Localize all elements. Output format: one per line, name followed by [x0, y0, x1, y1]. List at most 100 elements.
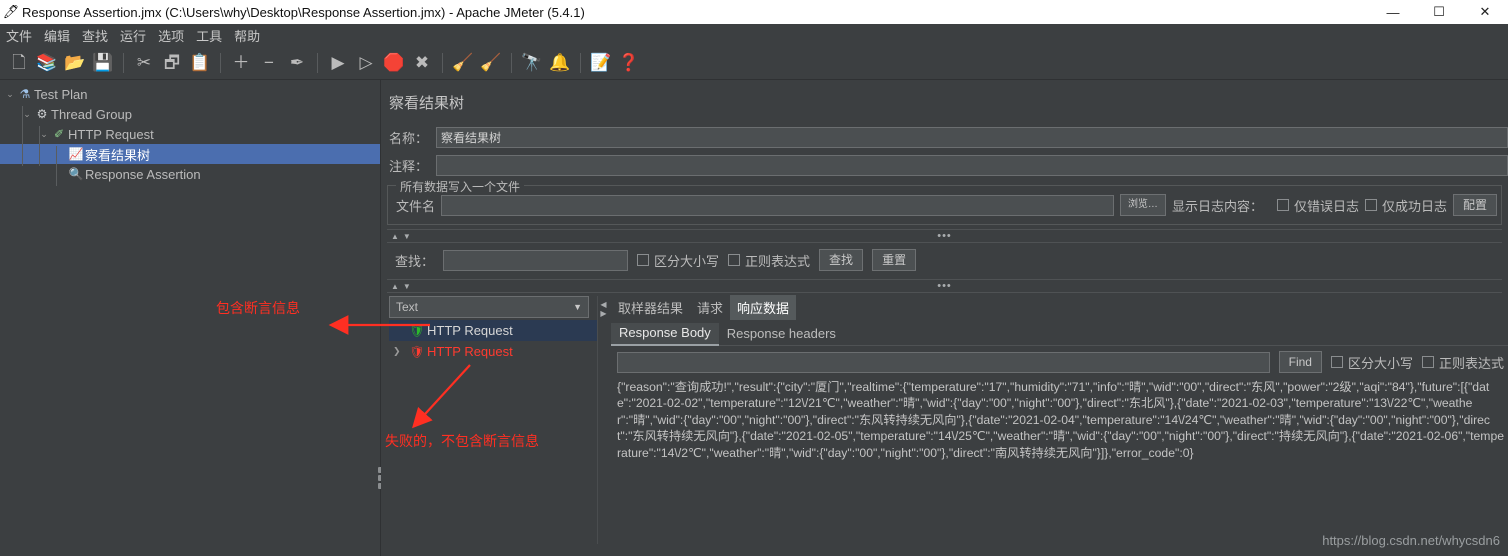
comment-row: 注释： — [381, 151, 1508, 179]
window-controls: — ☐ ✕ — [1370, 0, 1508, 24]
response-tab-0[interactable]: 取样器结果 — [611, 295, 690, 320]
tree-node-1[interactable]: ⌄ ⚙ Thread Group — [0, 104, 380, 124]
search-find-button[interactable]: 查找 — [819, 249, 864, 271]
filename-input[interactable] — [441, 194, 1114, 216]
response-tab-1[interactable]: 请求 — [690, 295, 730, 320]
menu-item-4[interactable]: 选项 — [158, 26, 184, 45]
response-panel: 取样器结果 请求 响应数据 Response Body Response header… — [609, 295, 1508, 544]
new-icon[interactable]: 🗋 — [6, 50, 32, 76]
response-find-input[interactable] — [617, 351, 1270, 373]
comment-input[interactable] — [436, 154, 1508, 176]
templates-icon[interactable]: 📚 — [34, 50, 60, 76]
chevron-down-icon[interactable]: ▼ — [403, 282, 411, 291]
cut-icon[interactable]: ✂ — [131, 50, 157, 76]
response-regex-checkbox[interactable]: 正则表达式 — [1421, 353, 1504, 372]
tree-node-3[interactable]: 📈 察看结果树 — [0, 144, 380, 164]
success-only-checkbox[interactable]: 仅成功日志 — [1364, 196, 1447, 215]
save-icon[interactable]: 💾 — [90, 50, 116, 76]
render-format-value: Text — [396, 300, 419, 314]
chevron-left-icon[interactable]: ◀ — [600, 300, 606, 309]
response-find-button[interactable]: Find — [1278, 351, 1322, 373]
minimize-button[interactable]: — — [1370, 0, 1416, 24]
drag-dots-icon[interactable]: ••• — [937, 230, 952, 242]
function-helper-icon[interactable]: 📝 — [588, 50, 614, 76]
results-collapse-bar[interactable]: ▲ ▼ ••• — [387, 279, 1502, 293]
results-splitter[interactable]: ◀ ▶ — [597, 296, 609, 544]
name-input[interactable] — [436, 126, 1508, 148]
stop-icon[interactable]: 🛑 — [381, 50, 407, 76]
toolbar: 🗋 📚 📂 💾 ✂ 🗗 📋 ＋ − ✒ ▶ ▷ 🛑 ✖ 🧹 🧹 🔭 🔔 📝 ❓ — [0, 46, 1508, 80]
response-body-text[interactable]: {"reason":"查询成功!","result":{"city":"厦门",… — [611, 377, 1508, 461]
open-icon[interactable]: 📂 — [62, 50, 88, 76]
test-plan-tree[interactable]: ⌄ ⚗ Test Plan ⌄ ⚙ Thread Group ⌄ ✐ HTTP Request 📈… — [0, 80, 384, 556]
response-find-row: Find 区分大小写 正则表达式 — [611, 346, 1508, 377]
response-subtab-0[interactable]: Response Body — [611, 323, 719, 346]
search-icon[interactable]: 🔭 — [519, 50, 545, 76]
shutdown-icon[interactable]: ✖ — [409, 50, 435, 76]
response-assertion-icon: 🔍 — [68, 167, 84, 181]
result-item-label: HTTP Request — [427, 323, 513, 338]
response-subtabs: Response Body Response headers — [611, 320, 1508, 346]
write-results-to-file-group: 所有数据写入一个文件 文件名 浏览… 显示日志内容： 仅错误日志 仅成功日志 配… — [387, 178, 1502, 225]
response-tab-2[interactable]: 响应数据 — [730, 295, 797, 320]
result-item-0[interactable]: 🛡 HTTP Request — [389, 320, 597, 341]
result-item-1[interactable]: ❯ 🛡 HTTP Request — [389, 341, 597, 362]
reset-search-icon[interactable]: 🔔 — [547, 50, 573, 76]
menu-item-1[interactable]: 编辑 — [44, 26, 70, 45]
help-icon[interactable]: ❓ — [616, 50, 642, 76]
toggle-icon[interactable]: ✒ — [284, 50, 310, 76]
paste-icon[interactable]: 📋 — [187, 50, 213, 76]
chevron-up-icon[interactable]: ▲ — [391, 282, 399, 291]
chevron-down-icon[interactable]: ▼ — [403, 232, 411, 241]
toolbar-separator — [220, 52, 221, 73]
tree-node-label: Response Assertion — [85, 166, 201, 182]
search-case-sensitive-checkbox[interactable]: 区分大小写 — [637, 251, 719, 270]
clear-icon[interactable]: 🧹 — [450, 50, 476, 76]
menu-item-0[interactable]: 文件 — [6, 26, 32, 45]
tree-node-4[interactable]: 🔍 Response Assertion — [0, 164, 380, 184]
drag-dots-icon[interactable]: ••• — [937, 280, 952, 292]
search-reset-button[interactable]: 重置 — [872, 249, 917, 271]
chevron-up-icon[interactable]: ▲ — [391, 232, 399, 241]
errors-only-checkbox[interactable]: 仅错误日志 — [1276, 196, 1359, 215]
tree-node-label: Test Plan — [34, 86, 88, 102]
toolbar-separator — [511, 52, 512, 73]
chevron-right-icon[interactable]: ❯ — [393, 346, 407, 357]
clear-all-icon[interactable]: 🧹 — [478, 50, 504, 76]
tree-node-0[interactable]: ⌄ ⚗ Test Plan — [0, 84, 380, 104]
search-input[interactable] — [443, 249, 629, 271]
menu-item-2[interactable]: 查找 — [82, 26, 108, 45]
jmeter-feather-icon: 🖊 — [2, 4, 20, 19]
search-collapse-bar[interactable]: ▲ ▼ ••• — [387, 229, 1502, 243]
http-request-icon: ✐ — [53, 127, 65, 141]
response-case-sensitive-checkbox[interactable]: 区分大小写 — [1330, 353, 1413, 372]
maximize-button[interactable]: ☐ — [1416, 0, 1462, 24]
sampler-results-tree[interactable]: Text ▼ 🛡 HTTP Request ❯ 🛡 HTTP Request — [381, 296, 597, 544]
menu-item-5[interactable]: 工具 — [196, 26, 222, 45]
response-subtab-1[interactable]: Response headers — [719, 324, 844, 345]
render-format-select[interactable]: Text ▼ — [389, 296, 589, 318]
copy-icon[interactable]: 🗗 — [159, 50, 185, 76]
main-split: ⌄ ⚗ Test Plan ⌄ ⚙ Thread Group ⌄ ✐ HTTP Request 📈… — [0, 80, 1508, 556]
collapse-all-icon[interactable]: − — [256, 50, 282, 76]
start-no-pauses-icon[interactable]: ▷ — [353, 50, 379, 76]
checkbox-box — [637, 254, 650, 266]
search-regex-checkbox[interactable]: 正则表达式 — [728, 251, 810, 270]
failure-shield-icon: 🛡 — [409, 344, 425, 359]
file-group-legend: 所有数据写入一个文件 — [396, 178, 525, 195]
tree-node-2[interactable]: ⌄ ✐ HTTP Request — [0, 124, 380, 144]
menu-item-3[interactable]: 运行 — [120, 26, 146, 45]
search-row: 查找： 区分大小写 正则表达式 查找 重置 — [381, 243, 1508, 275]
menu-item-6[interactable]: 帮助 — [234, 26, 260, 45]
close-button[interactable]: ✕ — [1462, 0, 1508, 24]
expand-all-icon[interactable]: ＋ — [228, 50, 254, 76]
menubar: 文件 编辑 查找 运行 选项 工具 帮助 — [0, 24, 1508, 46]
chevron-down-icon[interactable]: ⌄ — [4, 89, 16, 100]
browse-button[interactable]: 浏览… — [1119, 194, 1166, 216]
result-item-label: HTTP Request — [427, 344, 513, 359]
success-shield-icon: 🛡 — [409, 323, 425, 338]
configure-button[interactable]: 配置 — [1452, 194, 1497, 216]
chevron-right-icon[interactable]: ▶ — [600, 309, 606, 318]
filename-label: 文件名 — [396, 198, 436, 214]
start-icon[interactable]: ▶ — [325, 50, 351, 76]
